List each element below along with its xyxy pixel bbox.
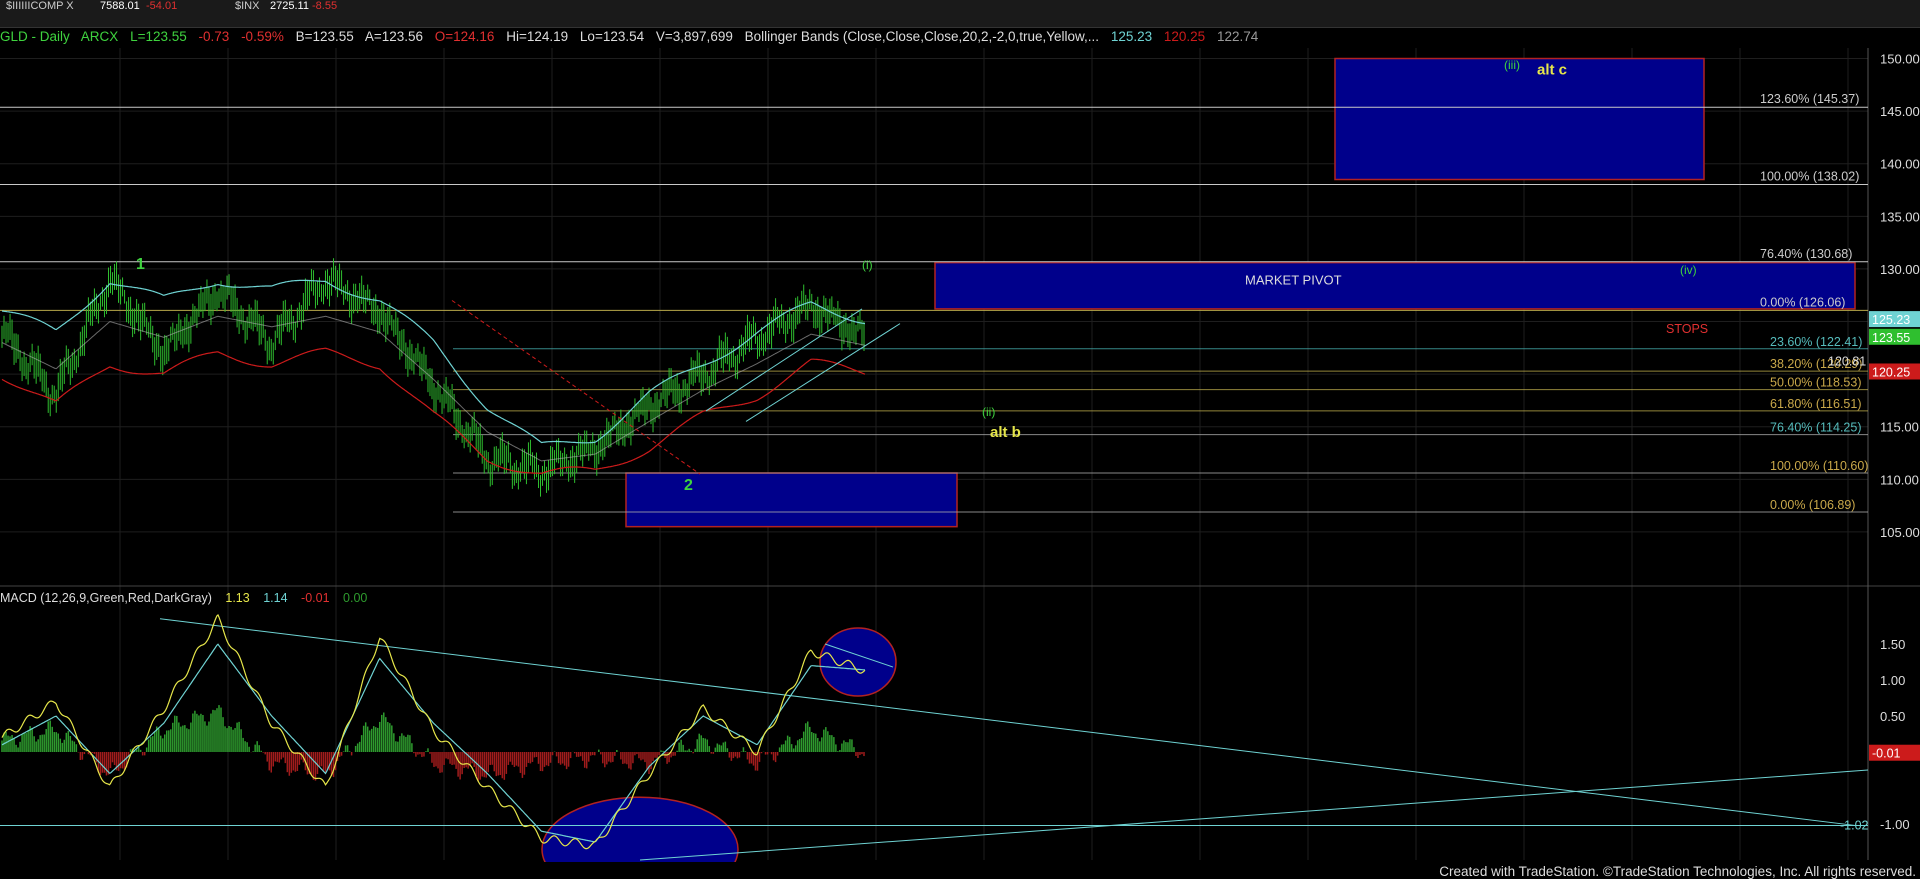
last-price-tag: 123.55	[1872, 331, 1910, 345]
macd-trend-line-down	[159, 618, 1856, 826]
macd-value-tag: -1.02	[1840, 818, 1869, 832]
price-tick-label: 140.00	[1880, 157, 1920, 172]
fib-label: 100.00% (110.60)	[1770, 459, 1868, 473]
wave-label: alt c	[1537, 61, 1567, 78]
wave-label: 120.81	[1828, 355, 1866, 369]
price-tick-label: 135.00	[1880, 209, 1920, 224]
chart-canvas[interactable]: 123.60% (145.37) 100.00% (138.02) 76.40% (…	[0, 0, 1920, 862]
fib-label: 0.00% (126.06)	[1760, 295, 1845, 309]
fib-label: 76.40% (114.25)	[1770, 421, 1862, 435]
fib-label: 23.60% (122.41)	[1770, 335, 1862, 349]
macd-value: 1.13	[225, 591, 250, 605]
fib-label: 61.80% (116.51)	[1770, 397, 1862, 411]
price-pane	[1, 258, 901, 497]
wave-label: (iii)	[1504, 58, 1520, 72]
macd-tick-label: 1.50	[1880, 637, 1905, 652]
price-tick-label: 130.00	[1880, 262, 1920, 277]
last-price-tag: 120.25	[1872, 365, 1910, 379]
wave-label: alt b	[990, 424, 1021, 441]
macd-line	[1, 614, 866, 850]
price-tick-label: 150.00	[1880, 52, 1920, 67]
macd-tick-label: 0.50	[1880, 709, 1905, 724]
bollinger-mid-line	[1, 315, 866, 462]
wave-label: STOPS	[1666, 322, 1708, 336]
macd-header: MACD (12,26,9,Green,Red,DarkGray) 1.13 1…	[0, 591, 377, 607]
macd-study[interactable]: MACD (12,26,9,Green,Red,DarkGray)	[0, 591, 212, 605]
alt-c-target-box	[1334, 57, 1705, 181]
macd-high-highlight	[819, 627, 897, 697]
fib-label: 76.40% (130.68)	[1760, 247, 1852, 261]
market-pivot-box	[934, 261, 1856, 310]
macd-zero-value: 0.00	[343, 591, 368, 605]
fib-label: 123.60% (145.37)	[1760, 92, 1859, 106]
wave-label: 1	[136, 256, 145, 273]
macd-diff-value: -0.01	[301, 591, 330, 605]
copyright-footer: Created with TradeStation. ©TradeStation…	[1439, 864, 1916, 879]
fib-label: 100.00% (138.02)	[1760, 170, 1859, 184]
price-tick-label: 105.00	[1880, 525, 1920, 540]
fib-label: 50.00% (118.53)	[1770, 376, 1862, 390]
last-price-tag: 125.23	[1872, 313, 1910, 327]
macd-low-highlight	[541, 796, 739, 862]
price-tick-label: 115.00	[1880, 420, 1919, 435]
macd-tick-label: 1.00	[1880, 673, 1905, 688]
price-tick-label: 110.00	[1880, 472, 1919, 487]
fib-label: 0.00% (106.89)	[1770, 498, 1855, 512]
macd-trend-line-up	[639, 769, 1869, 861]
wave-label: 2	[684, 477, 693, 494]
macd-signal-value: 1.14	[263, 591, 288, 605]
macd-pane	[0, 614, 1869, 862]
macd-signal-line	[1, 643, 866, 843]
target-boxes	[625, 57, 1856, 528]
wave-label: (iv)	[1680, 263, 1697, 277]
wave-label: (ii)	[982, 405, 995, 419]
macd-value-tag: -0.01	[1872, 747, 1901, 761]
wave-label: (i)	[862, 258, 873, 272]
wave-label: MARKET PIVOT	[1245, 273, 1342, 288]
macd-tick-label: -1.00	[1880, 817, 1910, 832]
wave-2-support-box	[625, 472, 958, 528]
price-tick-label: 145.00	[1880, 104, 1920, 119]
